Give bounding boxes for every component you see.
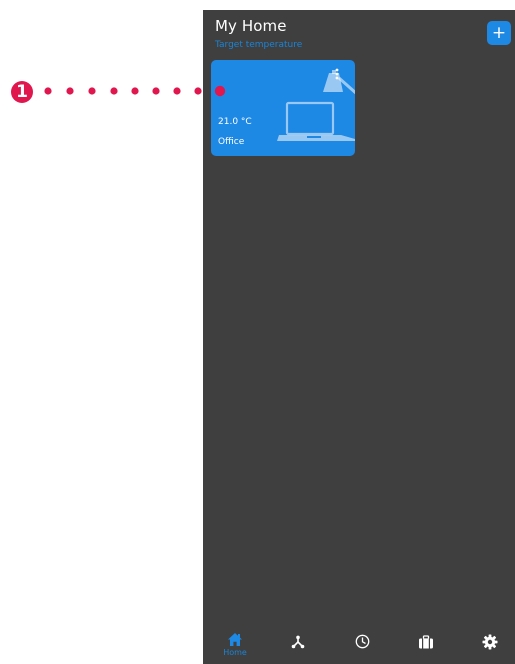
home-icon: [228, 633, 242, 646]
more-options-icon[interactable]: [331, 68, 343, 84]
room-name: Office: [218, 137, 245, 147]
page: My Home Target temperature + 21.0 °C Off…: [0, 0, 515, 664]
nav-item-home[interactable]: Home: [215, 627, 255, 664]
page-title: My Home: [215, 17, 287, 35]
briefcase-icon: [419, 635, 433, 649]
nav-item-settings[interactable]: [470, 627, 510, 664]
callout-badge: 1: [11, 81, 33, 103]
bottom-nav: Home: [203, 627, 515, 664]
app-screen: My Home Target temperature + 21.0 °C Off…: [203, 10, 515, 664]
nav-item-schedule[interactable]: [342, 627, 382, 664]
network-icon: [291, 635, 305, 649]
room-card-office[interactable]: 21.0 °C Office: [211, 60, 355, 156]
nav-item-network[interactable]: [278, 627, 318, 664]
clock-icon: [355, 634, 369, 649]
add-button[interactable]: +: [487, 21, 511, 45]
page-subtitle: Target temperature: [215, 40, 303, 50]
nav-item-away[interactable]: [406, 627, 446, 664]
room-temperature: 21.0 °C: [218, 117, 252, 127]
gear-icon: [482, 634, 498, 650]
nav-label-home: Home: [223, 648, 247, 657]
